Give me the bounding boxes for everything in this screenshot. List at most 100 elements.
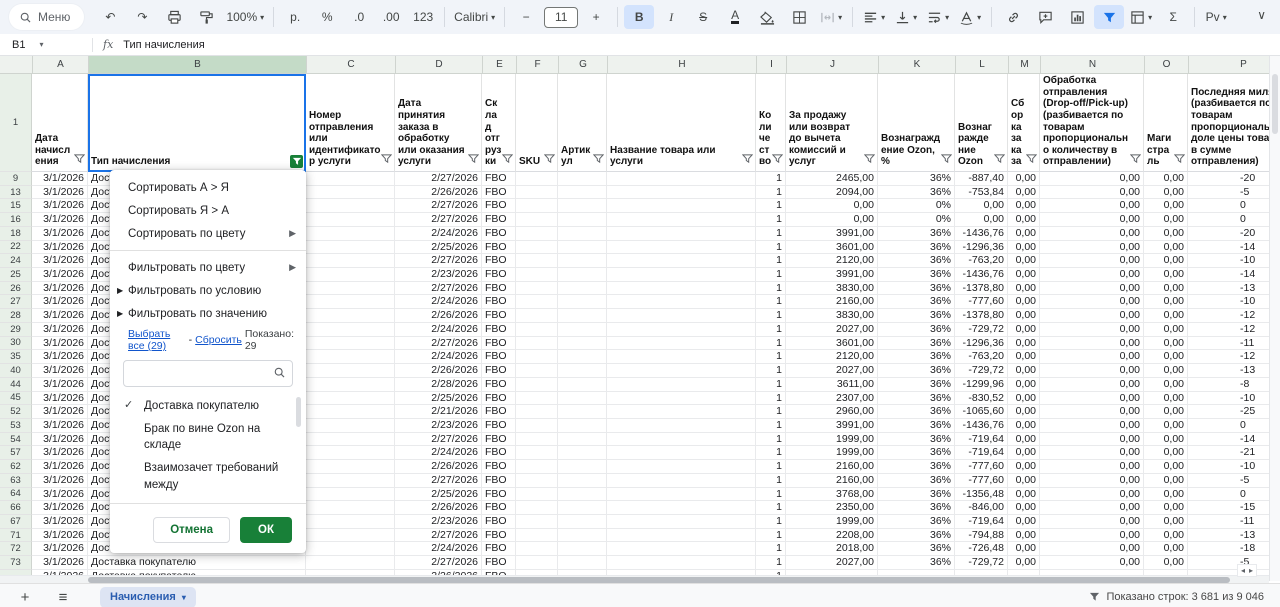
cell-i16[interactable]: 1 (756, 213, 786, 227)
filter-value-item[interactable]: Брак по вине Ozon на складе (110, 418, 306, 457)
cell-p62[interactable]: -10 (1188, 460, 1269, 474)
active-filter-icon[interactable] (290, 155, 303, 168)
cell-p45[interactable]: -10 (1188, 392, 1269, 406)
cell-e66[interactable]: FBO (482, 501, 516, 515)
filter-funnel-icon[interactable] (742, 154, 753, 168)
cell-e64[interactable]: FBO (482, 488, 516, 502)
collapse-toolbar-button[interactable]: ∨ (1257, 8, 1266, 22)
name-box[interactable]: B1 ▾ (0, 39, 92, 51)
cell-h72[interactable] (607, 542, 756, 556)
cell-e30[interactable]: FBO (482, 337, 516, 351)
cell-i62[interactable]: 1 (756, 460, 786, 474)
cell-i64[interactable]: 1 (756, 488, 786, 502)
cell-o18[interactable]: 0,00 (1144, 227, 1188, 241)
font-size-increase-button[interactable]: + (581, 5, 611, 29)
column-letter-c[interactable]: C (307, 56, 396, 73)
scroll-arrows[interactable]: ◂▸ (1237, 564, 1257, 577)
cell-g18[interactable] (558, 227, 607, 241)
cell-j29[interactable]: 2027,00 (786, 323, 878, 337)
cell-n73[interactable]: 0,00 (1040, 556, 1144, 570)
cell-l52[interactable]: -1065,60 (955, 405, 1008, 419)
header-cell-c[interactable]: Номер отправления или идентификатор услу… (306, 74, 395, 172)
cell-k9[interactable]: 36% (878, 172, 955, 186)
header-cell-h[interactable]: Название товара или услуги (607, 74, 756, 172)
cell-h63[interactable] (607, 474, 756, 488)
cell-p44[interactable]: -8 (1188, 378, 1269, 392)
cell-f16[interactable] (516, 213, 558, 227)
cell-g53[interactable] (558, 419, 607, 433)
cell-f62[interactable] (516, 460, 558, 474)
cell-f27[interactable] (516, 295, 558, 309)
select-all-link[interactable]: Выбрать все (29) (128, 328, 186, 352)
cell-f40[interactable] (516, 364, 558, 378)
cell-l15[interactable]: 0,00 (955, 199, 1008, 213)
cell-f45[interactable] (516, 392, 558, 406)
cell-j25[interactable]: 3991,00 (786, 268, 878, 282)
cell-d73[interactable]: 2/27/2026 (395, 556, 482, 570)
filter-funnel-icon[interactable] (1130, 154, 1141, 168)
cell-n27[interactable]: 0,00 (1040, 295, 1144, 309)
cell-l44[interactable]: -1299,96 (955, 378, 1008, 392)
cell-f63[interactable] (516, 474, 558, 488)
cell-b73[interactable]: Доставка покупателю (88, 556, 306, 570)
text-wrap-button[interactable]: ▾ (923, 5, 953, 29)
cell-p66[interactable]: -15 (1188, 501, 1269, 515)
cell-f15[interactable] (516, 199, 558, 213)
cell-o63[interactable]: 0,00 (1144, 474, 1188, 488)
cell-i57[interactable]: 1 (756, 446, 786, 460)
cell-m29[interactable]: 0,00 (1008, 323, 1040, 337)
insert-link-button[interactable] (998, 5, 1028, 29)
cell-o22[interactable]: 0,00 (1144, 241, 1188, 255)
cell-c52[interactable] (306, 405, 395, 419)
cell-k22[interactable]: 36% (878, 241, 955, 255)
cell-h13[interactable] (607, 186, 756, 200)
filter-value-item[interactable]: ✓Доставка покупателю (110, 395, 306, 418)
header-cell-f[interactable]: SKU (516, 74, 558, 172)
cell-i54[interactable]: 1 (756, 433, 786, 447)
column-letter-g[interactable]: G (559, 56, 608, 73)
cell-l71[interactable]: -794,88 (955, 529, 1008, 543)
row-number[interactable]: 35 (0, 350, 32, 364)
cell-j67[interactable]: 1999,00 (786, 515, 878, 529)
cell-e22[interactable]: FBO (482, 241, 516, 255)
cell-k40[interactable]: 36% (878, 364, 955, 378)
cell-e9[interactable]: FBO (482, 172, 516, 186)
cell-f67[interactable] (516, 515, 558, 529)
cell-o25[interactable]: 0,00 (1144, 268, 1188, 282)
cell-l25[interactable]: -1436,76 (955, 268, 1008, 282)
cell-f30[interactable] (516, 337, 558, 351)
row-number[interactable]: 22 (0, 241, 32, 255)
cell-o40[interactable]: 0,00 (1144, 364, 1188, 378)
cell-k71[interactable]: 36% (878, 529, 955, 543)
cell-n30[interactable]: 0,00 (1040, 337, 1144, 351)
cell-e52[interactable]: FBO (482, 405, 516, 419)
extensions-button[interactable]: Pv▾ (1201, 5, 1231, 29)
cell-d25[interactable]: 2/23/2026 (395, 268, 482, 282)
filter-funnel-icon[interactable] (1174, 154, 1185, 168)
cell-p30[interactable]: -11 (1188, 337, 1269, 351)
header-cell-o[interactable]: Магистраль (1144, 74, 1188, 172)
header-cell-l[interactable]: Вознаграждение Ozon (955, 74, 1008, 172)
insert-comment-button[interactable] (1030, 5, 1060, 29)
cell-i66[interactable]: 1 (756, 501, 786, 515)
cell-d45[interactable]: 2/25/2026 (395, 392, 482, 406)
menu-item-sort-az[interactable]: Сортировать А > Я (110, 176, 306, 199)
cell-o9[interactable]: 0,00 (1144, 172, 1188, 186)
cell-o54[interactable]: 0,00 (1144, 433, 1188, 447)
cell-d27[interactable]: 2/24/2026 (395, 295, 482, 309)
cell-h28[interactable] (607, 309, 756, 323)
cell-c64[interactable] (306, 488, 395, 502)
cell-p57[interactable]: -21 (1188, 446, 1269, 460)
cell-d67[interactable]: 2/23/2026 (395, 515, 482, 529)
more-formats-button[interactable]: 123 (408, 5, 438, 29)
cell-a66[interactable]: 3/1/2026 (32, 501, 88, 515)
cell-m22[interactable]: 0,00 (1008, 241, 1040, 255)
cell-d53[interactable]: 2/23/2026 (395, 419, 482, 433)
cell-l16[interactable]: 0,00 (955, 213, 1008, 227)
cell-g71[interactable] (558, 529, 607, 543)
cell-l40[interactable]: -729,72 (955, 364, 1008, 378)
cell-j30[interactable]: 3601,00 (786, 337, 878, 351)
column-letter-p[interactable]: P (1189, 56, 1269, 73)
row-number[interactable]: 54 (0, 433, 32, 447)
cell-m30[interactable]: 0,00 (1008, 337, 1040, 351)
